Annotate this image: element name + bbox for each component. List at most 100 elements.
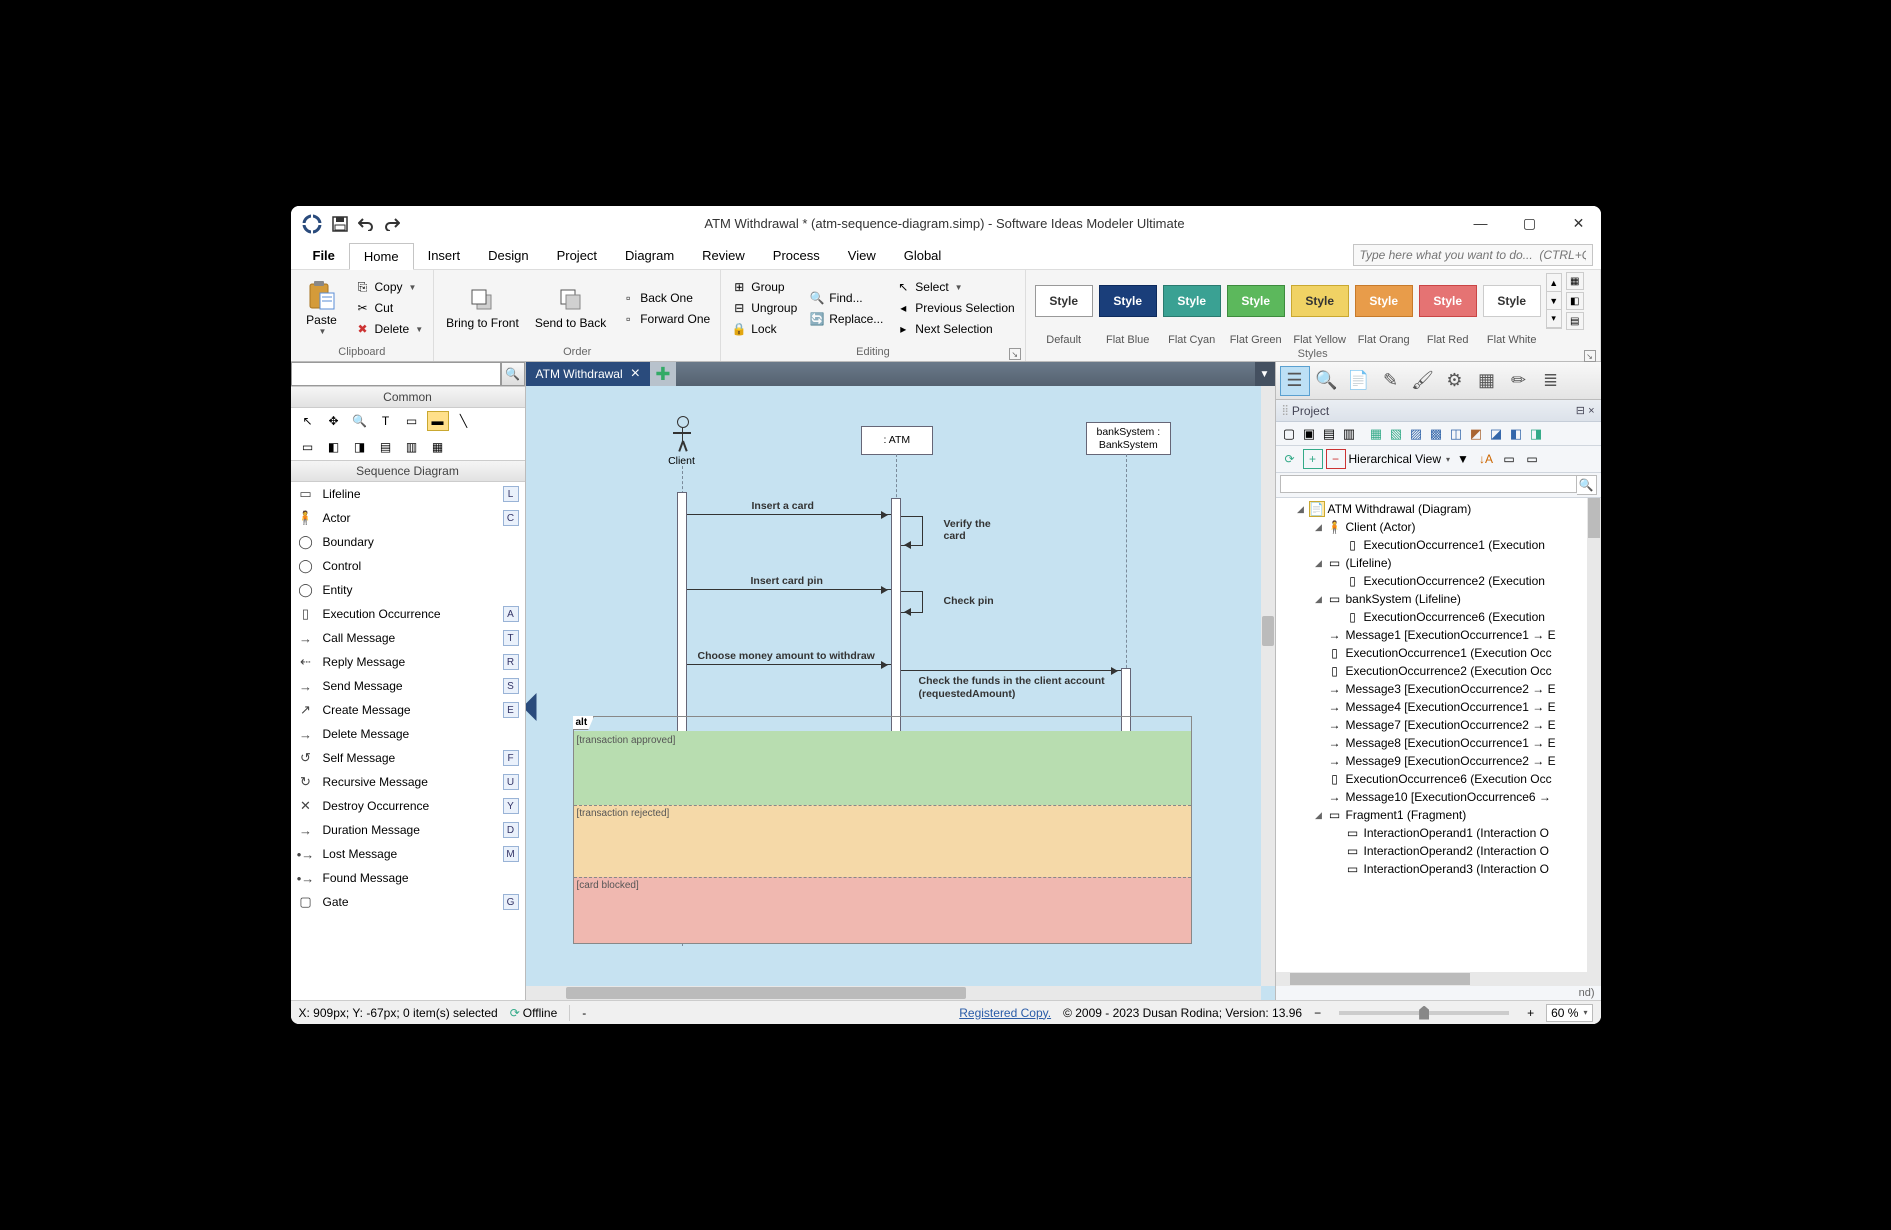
- status-registered[interactable]: Registered Copy.: [959, 1006, 1051, 1020]
- tool-item-reply-message[interactable]: ⇠Reply MessageR: [291, 650, 525, 674]
- ptb-refresh[interactable]: ⟳: [1280, 449, 1300, 469]
- canvas-scrollbar-vertical[interactable]: [1261, 386, 1275, 986]
- tree-row[interactable]: ▭InteractionOperand3 (Interaction O: [1276, 860, 1601, 878]
- next-selection-button[interactable]: ▸Next Selection: [891, 319, 1018, 339]
- tool-text[interactable]: T: [375, 411, 397, 431]
- ptb-10[interactable]: ◩: [1467, 424, 1486, 443]
- toolbox-search-input[interactable]: [291, 362, 501, 386]
- lock-button[interactable]: 🔒Lock: [727, 319, 801, 339]
- tree-row[interactable]: →Message9 [ExecutionOccurrence2 → E: [1276, 752, 1601, 770]
- copy-button[interactable]: ⎘Copy▼: [351, 277, 428, 297]
- menu-home[interactable]: Home: [349, 243, 414, 270]
- rtb-layers-icon[interactable]: ≣: [1536, 366, 1566, 396]
- prev-selection-button[interactable]: ◂Previous Selection: [891, 298, 1018, 318]
- tree-scrollbar[interactable]: [1587, 498, 1601, 972]
- tree-expander[interactable]: ◢: [1314, 810, 1324, 821]
- tree-row[interactable]: ◢📄ATM Withdrawal (Diagram): [1276, 500, 1601, 518]
- style-flat-white[interactable]: Style: [1483, 285, 1541, 317]
- ptb-filter[interactable]: ▼: [1453, 449, 1473, 469]
- tree-row[interactable]: ▭InteractionOperand2 (Interaction O: [1276, 842, 1601, 860]
- tool-item-entity[interactable]: ◯Entity: [291, 578, 525, 602]
- styles-more-1[interactable]: ▦: [1566, 272, 1584, 290]
- ptb-3[interactable]: ▤: [1320, 424, 1339, 443]
- styles-dialog-launcher[interactable]: ↘: [1584, 350, 1596, 362]
- close-button[interactable]: ✕: [1567, 215, 1591, 232]
- msg-check-pin-self[interactable]: [901, 591, 923, 613]
- forward-one-button[interactable]: ▫Forward One: [616, 309, 714, 329]
- ptb-1[interactable]: ▢: [1280, 424, 1299, 443]
- minimize-button[interactable]: —: [1469, 215, 1493, 232]
- ptb-6[interactable]: ▧: [1387, 424, 1406, 443]
- tool-item-self-message[interactable]: ↺Self MessageF: [291, 746, 525, 770]
- tool-note[interactable]: ▭: [401, 411, 423, 431]
- zoom-in-button[interactable]: +: [1527, 1006, 1534, 1020]
- tool-highlight[interactable]: ▬: [427, 411, 449, 431]
- style-flat-blue[interactable]: Style: [1099, 285, 1157, 317]
- find-button[interactable]: 🔍Find...: [805, 288, 887, 308]
- replace-button[interactable]: 🔄Replace...: [805, 309, 887, 329]
- style-flat-green[interactable]: Style: [1227, 285, 1285, 317]
- style-flat-cyan[interactable]: Style: [1163, 285, 1221, 317]
- diagram-tab[interactable]: ATM Withdrawal ×: [526, 362, 650, 386]
- tool-item-boundary[interactable]: ◯Boundary: [291, 530, 525, 554]
- rtb-gear-icon[interactable]: ⚙: [1440, 366, 1470, 396]
- diagram-canvas[interactable]: Client : ATM bankSystem :BankSystem Inse…: [526, 386, 1275, 1000]
- tool-e[interactable]: ▦: [427, 437, 449, 457]
- ptb-add[interactable]: +: [1303, 449, 1323, 469]
- bring-to-front-button[interactable]: Bring to Front: [440, 281, 525, 334]
- rtb-paint-icon[interactable]: 🖌: [1408, 366, 1438, 396]
- ptb-view1[interactable]: ▭: [1499, 449, 1519, 469]
- tree-expander[interactable]: ◢: [1314, 558, 1324, 569]
- tree-row[interactable]: ▯ExecutionOccurrence1 (Execution: [1276, 536, 1601, 554]
- canvas-scrollbar-horizontal[interactable]: [526, 986, 1261, 1000]
- tool-a[interactable]: ◧: [323, 437, 345, 457]
- menu-diagram[interactable]: Diagram: [611, 243, 688, 268]
- tool-b[interactable]: ◨: [349, 437, 371, 457]
- view-mode-label[interactable]: Hierarchical View: [1349, 452, 1441, 466]
- style-flat-yellow[interactable]: Style: [1291, 285, 1349, 317]
- ptb-5[interactable]: ▦: [1367, 424, 1386, 443]
- maximize-button[interactable]: ▢: [1518, 215, 1542, 232]
- menu-view[interactable]: View: [834, 243, 890, 268]
- styles-more-3[interactable]: ▤: [1566, 312, 1584, 330]
- toolbox-search-button[interactable]: 🔍: [501, 362, 525, 386]
- delete-button[interactable]: ✖Delete▼: [351, 319, 428, 339]
- tree-row[interactable]: ▯ExecutionOccurrence6 (Execution Occ: [1276, 770, 1601, 788]
- tree-expander[interactable]: ◢: [1296, 504, 1306, 515]
- ptb-7[interactable]: ▨: [1407, 424, 1426, 443]
- tool-item-gate[interactable]: ▢GateG: [291, 890, 525, 914]
- tree-row[interactable]: ▯ExecutionOccurrence1 (Execution Occ: [1276, 644, 1601, 662]
- tree-row[interactable]: ▯ExecutionOccurrence6 (Execution: [1276, 608, 1601, 626]
- tool-item-lost-message[interactable]: •→Lost MessageM: [291, 842, 525, 866]
- menu-project[interactable]: Project: [543, 243, 611, 268]
- project-search-input[interactable]: [1280, 475, 1577, 493]
- tree-row[interactable]: →Message3 [ExecutionOccurrence2 → E: [1276, 680, 1601, 698]
- style-flat-orange[interactable]: Style: [1355, 285, 1413, 317]
- tree-row[interactable]: ◢🧍Client (Actor): [1276, 518, 1601, 536]
- qat-save-icon[interactable]: [331, 215, 349, 233]
- menu-global[interactable]: Global: [890, 243, 956, 268]
- zoom-level[interactable]: 60 %▾: [1546, 1004, 1592, 1022]
- lifeline-bank[interactable]: bankSystem :BankSystem: [1086, 422, 1172, 455]
- lifeline-atm[interactable]: : ATM: [861, 426, 934, 455]
- project-search-button[interactable]: 🔍: [1577, 475, 1597, 495]
- fragment-alt[interactable]: alt [transaction approved] permission Gi…: [573, 716, 1192, 944]
- styles-more-2[interactable]: ◧: [1566, 292, 1584, 310]
- ptb-9[interactable]: ◫: [1447, 424, 1466, 443]
- tool-zoom[interactable]: 🔍: [349, 411, 371, 431]
- paste-button[interactable]: Paste▼: [297, 277, 347, 340]
- tree-expander[interactable]: ◢: [1314, 522, 1324, 533]
- tool-line[interactable]: ╲: [453, 411, 475, 431]
- tool-item-call-message[interactable]: →Call MessageT: [291, 626, 525, 650]
- ptb-13[interactable]: ◨: [1527, 424, 1546, 443]
- tool-item-destroy-occurrence[interactable]: ✕Destroy OccurrenceY: [291, 794, 525, 818]
- tree-row[interactable]: →Message7 [ExecutionOccurrence2 → E: [1276, 716, 1601, 734]
- back-one-button[interactable]: ▫Back One: [616, 288, 714, 308]
- menu-review[interactable]: Review: [688, 243, 759, 268]
- rtb-pen-icon[interactable]: ✏: [1504, 366, 1534, 396]
- rtb-grid-icon[interactable]: ▦: [1472, 366, 1502, 396]
- tree-row[interactable]: ◢▭bankSystem (Lifeline): [1276, 590, 1601, 608]
- msg-insert-pin[interactable]: [687, 589, 891, 590]
- ptb-8[interactable]: ▩: [1427, 424, 1446, 443]
- menu-design[interactable]: Design: [474, 243, 542, 268]
